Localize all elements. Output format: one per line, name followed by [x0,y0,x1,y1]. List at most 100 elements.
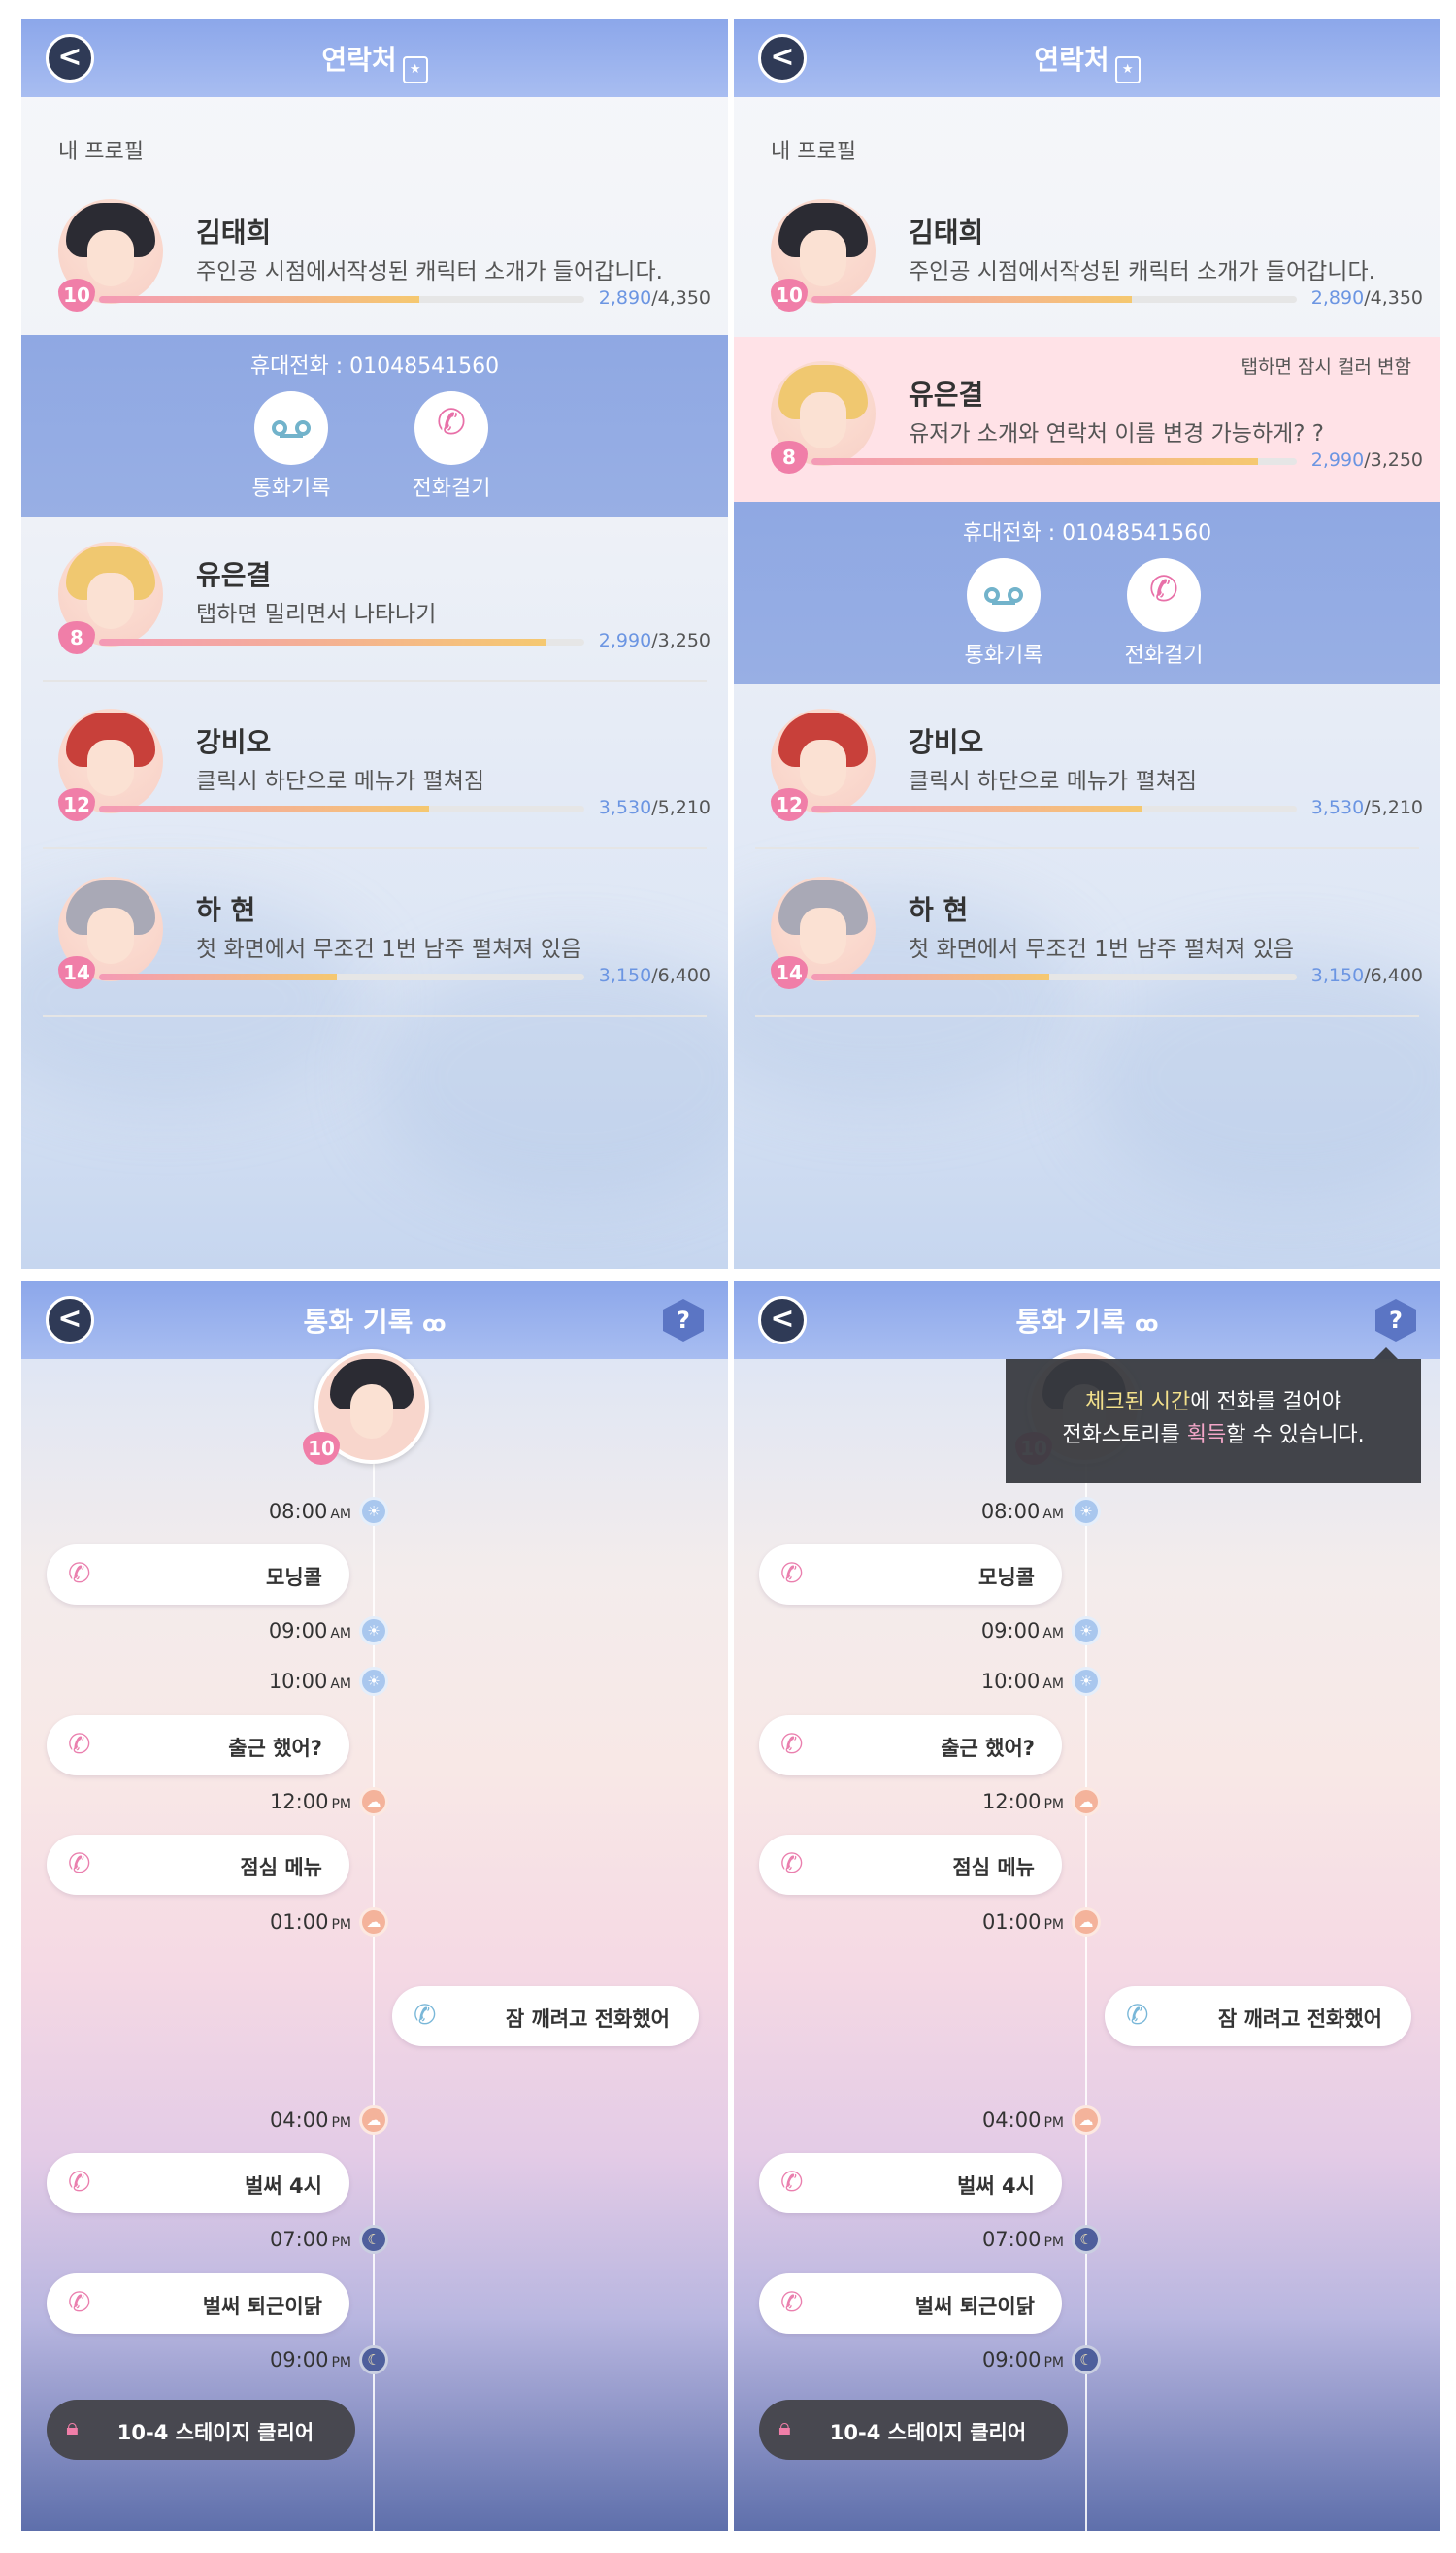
header: < 통화 기록 ꝏ ? [734,1281,1440,1359]
points-max: /6,400 [1364,965,1423,986]
affinity-points: 2,890/4,350 [565,287,711,309]
affinity-bar [99,806,584,812]
call-item[interactable]: ✆ 벌써 퇴근이닭 [759,2273,1062,2334]
points-current: 3,150 [598,965,652,986]
call-label: 점심 메뉴 [240,1856,322,1879]
phone-number: 휴대전화 : 01048541560 [249,354,500,379]
tap-hint: 탭하면 잠시 컬러 변함 [1241,356,1411,378]
level-heart: 12 [58,788,95,821]
call-item[interactable]: ✆ 벌써 퇴근이닭 [47,2273,349,2334]
level-heart: 8 [771,441,808,474]
time-value: 12:00 [269,1790,329,1813]
call-label: 출근 했어? [228,1737,322,1760]
contact-yu-highlighted[interactable]: 탭하면 잠시 컬러 변함 8 유은결 유저가 소개와 연락처 이름 변경 가능하… [734,337,1440,502]
call-button[interactable]: ✆ [414,391,488,465]
my-profile-label: 내 프로필 [771,140,856,164]
divider [43,680,707,682]
contact-name: 하 현 [196,894,256,926]
page-title: 연락처 ★ [21,39,728,83]
call-button[interactable]: ✆ [1127,558,1201,632]
sun-cloud-icon: ☁ [359,1787,388,1816]
time-label: 09:00 PM [196,2348,351,2371]
time-period: PM [1043,1917,1064,1933]
contact-desc: 클릭시 하단으로 메뉴가 펼쳐짐 [196,769,485,794]
contact-profile[interactable]: 10 김태희 주인공 시점에서작성된 캐릭터 소개가 들어갑니다. 2,890/… [21,175,728,340]
sun-icon: ☀ [1072,1497,1101,1526]
contact-yu[interactable]: 8 유은결 탭하면 밀리면서 나타나기 2,990/3,250 [21,517,728,682]
call-item[interactable]: ✆ 출근 했어? [759,1715,1062,1775]
affinity-fill [811,974,1049,980]
points-max: /6,400 [651,965,711,986]
time-value: 07:00 [981,2228,1042,2251]
affinity-bar [811,806,1297,812]
outgoing-call-icon: ✆ [68,2166,91,2198]
affinity-points: 2,990/3,250 [1277,449,1423,471]
locked-stage-item[interactable]: 🔒︎ 10-4 스테이지 클리어 [759,2400,1068,2460]
time-value: 10:00 [980,1670,1041,1693]
call-item[interactable]: ✆ 잠 깨려고 전화했어 [392,1986,699,2046]
header: < 연락처 ★ [734,19,1440,97]
call-log-button[interactable] [254,391,328,465]
contact-profile[interactable]: 10 김태희 주인공 시점에서작성된 캐릭터 소개가 들어갑니다. 2,890/… [734,175,1440,340]
contact-menu-panel: 휴대전화 : 01048541560 통화기록 ✆ 전화걸기 [734,502,1440,684]
contacts-screen: < 연락처 ★ 내 프로필 10 김태희 주인공 시점에서작성된 캐릭터 소개가 … [21,19,728,1269]
contact-ha[interactable]: 14 하 현 첫 화면에서 무조건 1번 남주 펼쳐져 있음 3,150/6,4… [734,852,1440,1017]
incoming-call-icon: ✆ [1126,1999,1149,2031]
title-text: 통화 기록 [1015,1306,1126,1338]
outgoing-call-icon: ✆ [780,2286,804,2318]
divider [43,1015,707,1017]
locked-stage-item[interactable]: 🔒︎ 10-4 스테이지 클리어 [47,2400,355,2460]
time-label: 07:00 PM [909,2228,1064,2251]
time-label: 10:00 AM [909,1670,1064,1693]
time-period: AM [330,1626,351,1641]
outgoing-call-icon: ✆ [780,1728,804,1760]
divider [755,1015,1419,1017]
time-value: 04:00 [981,2108,1042,2132]
tooltip-text: 에 전화를 걸어야 [1190,1390,1341,1414]
sun-icon: ☀ [1072,1667,1101,1696]
call-item[interactable]: ✆ 벌써 4시 [759,2153,1062,2213]
outgoing-call-icon: ✆ [68,1728,91,1760]
call-label: 모닝콜 [266,1566,322,1589]
call-item[interactable]: ✆ 벌써 4시 [47,2153,349,2213]
divider [43,847,707,849]
affinity-points: 3,150/6,400 [1277,965,1423,986]
header: < 연락처 ★ [21,19,728,97]
page-title: 통화 기록 ꝏ [734,1301,1440,1340]
call-item[interactable]: ✆ 모닝콜 [47,1544,349,1605]
call-item[interactable]: ✆ 점심 메뉴 [47,1835,349,1895]
page-title: 통화 기록 ꝏ [21,1301,728,1340]
time-value: 09:00 [980,1619,1041,1642]
points-current: 3,150 [1310,965,1365,986]
time-period: PM [1043,2115,1064,2131]
contact-menu-panel: 휴대전화 : 01048541560 통화기록 ✆ 전화걸기 [21,335,728,517]
time-value: 09:00 [268,1619,328,1642]
call-item[interactable]: ✆ 점심 메뉴 [759,1835,1062,1895]
call-item[interactable]: ✆ 잠 깨려고 전화했어 [1105,1986,1411,2046]
call-log-button[interactable] [967,558,1041,632]
call-label: 잠 깨려고 전화했어 [505,2007,670,2031]
time-label: 07:00 PM [196,2228,351,2251]
sun-cloud-icon: ☁ [359,2105,388,2135]
call-item[interactable]: ✆ 출근 했어? [47,1715,349,1775]
contact-kang[interactable]: 12 강비오 클릭시 하단으로 메뉴가 펼쳐짐 3,530/5,210 [734,684,1440,849]
contact-kang[interactable]: 12 강비오 클릭시 하단으로 메뉴가 펼쳐짐 3,530/5,210 [21,684,728,849]
call-item[interactable]: ✆ 모닝콜 [759,1544,1062,1605]
contact-desc: 탭하면 밀리면서 나타나기 [196,602,437,627]
title-text: 연락처 [1034,44,1109,76]
incoming-call-icon: ✆ [414,1999,437,2031]
sun-cloud-icon: ☁ [359,1907,388,1937]
time-value: 07:00 [269,2228,329,2251]
time-period: AM [330,1507,351,1522]
contact-ha[interactable]: 14 하 현 첫 화면에서 무조건 1번 남주 펼쳐져 있음 3,150/6,4… [21,852,728,1017]
header: < 통화 기록 ꝏ ? [21,1281,728,1359]
contact-desc: 유저가 소개와 연락처 이름 변경 가능하게? ? [909,421,1325,447]
outgoing-call-icon: ✆ [68,2286,91,2318]
call-label: 출근 했어? [941,1737,1035,1760]
call-log-screen: < 통화 기록 ꝏ ? 10 08:00 AM ☀ ✆ 모닝콜 09:00 AM ☀ … [21,1281,728,2531]
voicemail-icon [272,420,311,438]
outgoing-call-icon: ✆ [68,1847,91,1879]
level-heart: 12 [771,788,808,821]
call-label: 벌써 4시 [245,2174,322,2198]
time-label: 04:00 PM [196,2108,351,2132]
